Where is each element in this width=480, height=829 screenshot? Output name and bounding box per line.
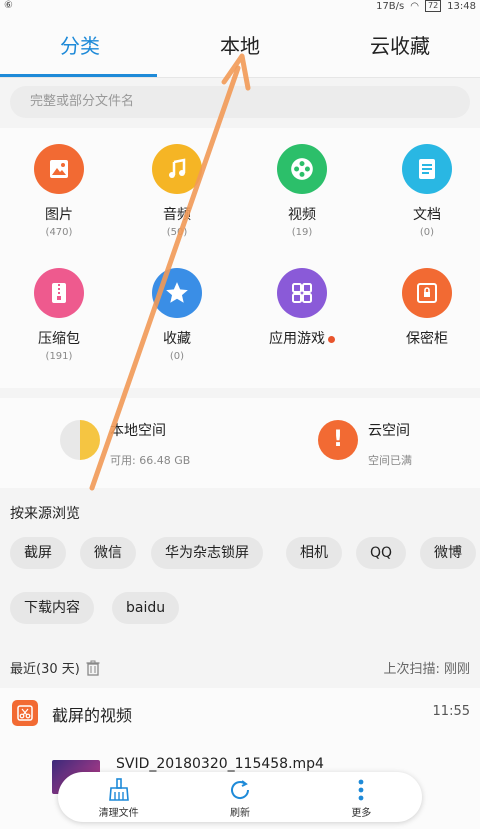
category-label: 图片 <box>45 207 73 223</box>
cloud-warning-icon[interactable]: ! <box>318 420 358 460</box>
music-icon <box>152 144 202 194</box>
category-label: 收藏 <box>163 331 191 347</box>
chip-screenshots[interactable]: 截屏 <box>10 537 66 569</box>
category-documents[interactable]: 文档 (0) <box>372 144 480 238</box>
category-grid: 图片 (470) 音频 (50) 视频 (19) 文档 (0) 压缩包 (191… <box>0 128 480 388</box>
category-label: 保密柜 <box>406 331 448 347</box>
safe-icon <box>402 268 452 318</box>
star-icon <box>152 268 202 318</box>
cloud-storage-status: 空间已满 <box>368 454 412 467</box>
local-storage-free: 可用: 66.48 GB <box>110 454 191 467</box>
storage-section: 本地空间 可用: 66.48 GB ! 云空间 空间已满 <box>0 398 480 488</box>
cloud-storage-title[interactable]: 云空间 <box>368 420 410 440</box>
browse-by-source-title: 按来源浏览 <box>10 506 80 522</box>
chip-huawei-magazine[interactable]: 华为杂志锁屏 <box>151 537 263 569</box>
category-video[interactable]: 视频 (19) <box>247 144 357 238</box>
category-label: 压缩包 <box>38 331 80 347</box>
category-count: (19) <box>291 227 313 238</box>
clean-files-label: 清理文件 <box>98 808 139 819</box>
zip-icon <box>34 268 84 318</box>
chip-wechat[interactable]: 微信 <box>80 537 136 569</box>
battery-icon: 72 <box>424 0 442 12</box>
category-count: (0) <box>419 227 435 238</box>
category-label: 文档 <box>413 207 441 223</box>
wifi-icon: ◠ <box>410 0 419 12</box>
tab-category[interactable]: 分类 <box>0 14 160 78</box>
recent-label-text: 最近(30 天) <box>10 662 80 677</box>
scissors-icon <box>12 700 38 726</box>
local-storage-title[interactable]: 本地空间 <box>110 420 166 440</box>
last-scan-text: 上次扫描: 刚刚 <box>383 662 470 677</box>
category-safe[interactable]: 保密柜 <box>372 268 480 351</box>
status-time: 13:48 <box>447 0 476 12</box>
refresh-button[interactable]: 刷新 <box>179 772 300 822</box>
category-count: (470) <box>45 227 73 238</box>
group-time: 11:55 <box>432 704 470 719</box>
more-button[interactable]: 更多 <box>301 772 422 822</box>
chip-downloads[interactable]: 下载内容 <box>10 592 94 624</box>
status-right: 17B/s ◠ 72 13:48 <box>376 0 476 12</box>
chip-weibo[interactable]: 微博 <box>420 537 476 569</box>
apps-grid-icon <box>277 268 327 318</box>
refresh-label: 刷新 <box>229 808 250 819</box>
network-speed: 17B/s <box>376 0 405 12</box>
recent-label: 最近(30 天) <box>10 658 100 680</box>
category-label: 音频 <box>163 207 191 223</box>
category-count: (0) <box>169 351 185 362</box>
status-bar: ⑥ 17B/s ◠ 72 13:48 <box>0 0 480 14</box>
video-reel-icon <box>277 144 327 194</box>
category-label: 应用游戏 <box>247 328 357 348</box>
chip-baidu[interactable]: baidu <box>112 592 180 624</box>
bottom-action-bar: 清理文件 刷新 更多 <box>58 772 422 822</box>
category-images[interactable]: 图片 (470) <box>4 144 114 238</box>
new-badge-dot <box>328 335 335 343</box>
document-icon <box>402 144 452 194</box>
top-tabs: 分类 本地 云收藏 <box>0 14 480 78</box>
chip-qq[interactable]: QQ <box>356 537 407 569</box>
category-label: 视频 <box>288 207 316 223</box>
recent-header: 最近(30 天) 上次扫描: 刚刚 <box>0 656 480 680</box>
broom-icon <box>58 776 179 804</box>
local-storage-pie-icon[interactable] <box>60 420 100 460</box>
category-label-text: 应用游戏 <box>269 331 325 347</box>
image-icon <box>34 144 84 194</box>
category-count: (191) <box>45 351 73 362</box>
category-count: (50) <box>166 227 188 238</box>
trash-icon[interactable] <box>86 660 100 680</box>
category-archives[interactable]: 压缩包 (191) <box>4 268 114 362</box>
tab-local[interactable]: 本地 <box>160 14 320 78</box>
more-vertical-icon <box>301 776 422 804</box>
more-label: 更多 <box>351 808 372 819</box>
category-audio[interactable]: 音频 (50) <box>122 144 232 238</box>
file-name[interactable]: SVID_20180320_115458.mp4 <box>116 756 324 772</box>
clean-files-button[interactable]: 清理文件 <box>58 772 179 822</box>
tab-divider <box>0 77 480 78</box>
tab-cloud-favorites[interactable]: 云收藏 <box>320 14 480 78</box>
category-favorites[interactable]: 收藏 (0) <box>122 268 232 362</box>
refresh-icon <box>179 776 300 804</box>
chip-camera[interactable]: 相机 <box>286 537 342 569</box>
search-input[interactable]: 完整或部分文件名 <box>10 86 470 118</box>
group-title[interactable]: 截屏的视频 <box>52 702 132 726</box>
status-left: ⑥ <box>4 0 13 11</box>
category-apps-games[interactable]: 应用游戏 <box>247 268 357 351</box>
